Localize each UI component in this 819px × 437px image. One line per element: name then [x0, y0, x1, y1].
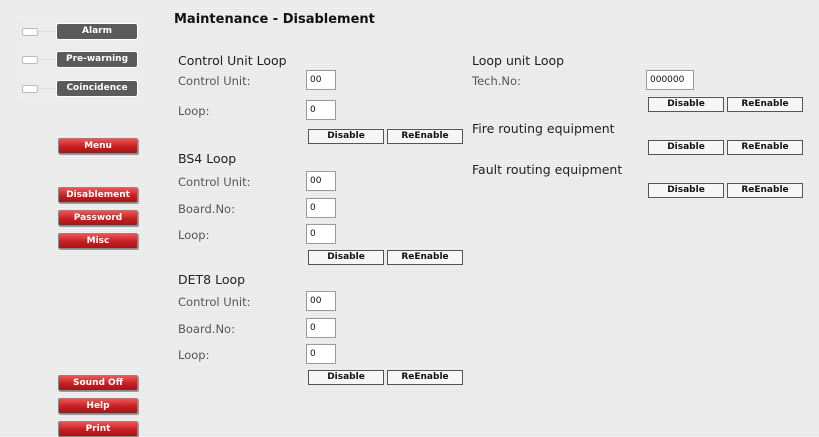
det8-control-unit-input[interactable] — [306, 291, 336, 311]
bs4-board-input[interactable] — [306, 198, 336, 218]
fault-routing-disable-button[interactable]: Disable — [648, 183, 724, 198]
help-button[interactable]: Help — [58, 398, 138, 414]
det8-loop-input[interactable] — [306, 344, 336, 364]
bs4-board-label: Board.No: — [178, 202, 235, 216]
loop-unit-reenable-button[interactable]: ReEnable — [727, 97, 803, 112]
bs4-control-unit-label: Control Unit: — [178, 175, 251, 189]
det8-loop-title: DET8 Loop — [178, 272, 246, 287]
coincidence-label: Coincidence — [56, 80, 138, 97]
password-button[interactable]: Password — [58, 210, 138, 226]
fault-routing-title: Fault routing equipment — [472, 162, 623, 177]
coincidence-indicator: Coincidence — [22, 80, 138, 97]
loop-unit-loop-title: Loop unit Loop — [472, 53, 565, 68]
bs4-disable-button[interactable]: Disable — [308, 250, 384, 265]
coincidence-led-icon — [22, 85, 38, 93]
prewarning-led-icon — [22, 56, 38, 64]
loop-unit-disable-button[interactable]: Disable — [648, 97, 724, 112]
menu-button[interactable]: Menu — [58, 138, 138, 154]
cu-loop-disable-button[interactable]: Disable — [308, 129, 384, 144]
alarm-led-icon — [22, 28, 38, 36]
alarm-label: Alarm — [56, 23, 138, 40]
misc-button[interactable]: Misc — [58, 233, 138, 249]
bs4-control-unit-input[interactable] — [306, 171, 336, 191]
bs4-loop-title: BS4 Loop — [178, 151, 237, 166]
prewarning-indicator: Pre-warning — [22, 51, 138, 68]
bs4-loop-input[interactable] — [306, 224, 336, 244]
cu-loop-loop-input[interactable] — [306, 100, 336, 120]
fault-routing-reenable-button[interactable]: ReEnable — [727, 183, 803, 198]
cu-loop-control-unit-label: Control Unit: — [178, 74, 251, 88]
fire-routing-title: Fire routing equipment — [472, 121, 615, 136]
fire-routing-disable-button[interactable]: Disable — [648, 140, 724, 155]
prewarning-label: Pre-warning — [56, 51, 138, 68]
alarm-indicator: Alarm — [22, 23, 138, 40]
det8-loop-label: Loop: — [178, 348, 210, 362]
fire-routing-reenable-button[interactable]: ReEnable — [727, 140, 803, 155]
cu-loop-reenable-button[interactable]: ReEnable — [387, 129, 463, 144]
bs4-reenable-button[interactable]: ReEnable — [387, 250, 463, 265]
control-unit-loop-title: Control Unit Loop — [178, 53, 287, 68]
tech-no-input[interactable] — [646, 70, 694, 90]
bs4-loop-label: Loop: — [178, 228, 210, 242]
det8-control-unit-label: Control Unit: — [178, 295, 251, 309]
cu-loop-loop-label: Loop: — [178, 104, 210, 118]
print-button[interactable]: Print — [58, 421, 138, 437]
tech-no-label: Tech.No: — [472, 74, 521, 88]
cu-loop-control-unit-input[interactable] — [306, 70, 336, 90]
page-title: Maintenance - Disablement — [174, 12, 375, 27]
det8-board-label: Board.No: — [178, 322, 235, 336]
disablement-button[interactable]: Disablement — [58, 187, 138, 203]
det8-board-input[interactable] — [306, 318, 336, 338]
det8-disable-button[interactable]: Disable — [308, 370, 384, 385]
sound-off-button[interactable]: Sound Off — [58, 375, 138, 391]
det8-reenable-button[interactable]: ReEnable — [387, 370, 463, 385]
